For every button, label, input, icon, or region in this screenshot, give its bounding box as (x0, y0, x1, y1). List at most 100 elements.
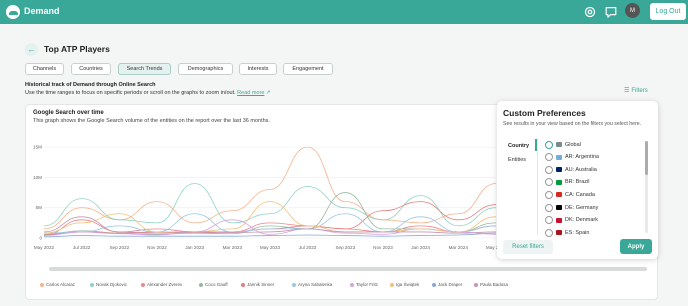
tab-countries[interactable]: Countries (71, 63, 111, 75)
back-button[interactable]: ← (25, 43, 38, 56)
country-option[interactable]: AR: Argentina (545, 153, 599, 162)
radio-button[interactable] (545, 153, 553, 162)
x-tick-label: Jul 2022 (73, 245, 91, 250)
x-tick-label: Mar 2023 (223, 245, 243, 250)
y-tick-label: 10M (33, 175, 42, 180)
country-option[interactable]: ES: Spain (545, 228, 589, 237)
country-option-label: ES: Spain (565, 229, 590, 236)
page-title: Top ATP Players (44, 44, 110, 54)
external-link-icon: ↗ (265, 90, 271, 96)
legend-label: Novak Djokovic (96, 282, 128, 287)
legend-swatch (141, 282, 145, 287)
preferences-divider (537, 139, 538, 235)
tab-demographics[interactable]: Demographics (178, 63, 233, 75)
x-tick-label: Nov 2022 (147, 245, 167, 250)
legend-label: Alexander Zverev (147, 282, 183, 287)
legend-item[interactable]: Coco Gauff (199, 282, 228, 287)
legend-item[interactable]: Novak Djokovic (90, 282, 127, 287)
preferences-scrollbar-thumb[interactable] (645, 141, 648, 175)
legend-item[interactable]: Jack Draper (432, 282, 462, 287)
y-tick-label: 0 (39, 236, 42, 241)
radio-button[interactable] (545, 228, 553, 237)
radio-button[interactable] (545, 216, 553, 225)
legend-item[interactable]: Paula Badosa (474, 282, 508, 287)
legend-label: Paula Badosa (480, 282, 509, 287)
chat-icon[interactable] (604, 5, 618, 19)
legend-label: Jannik Sinner (247, 282, 275, 287)
legend-swatch (241, 282, 245, 287)
legend-label: Iga Świątek (396, 282, 420, 287)
preferences-title: Custom Preferences (503, 108, 586, 118)
section-description: Use the time ranges to focus on specific… (25, 90, 271, 96)
x-tick-label: Jan 2023 (185, 245, 204, 250)
country-option[interactable]: DE: Germany (545, 203, 598, 212)
tab-search-trends[interactable]: Search Trends (118, 63, 171, 75)
x-tick-label: Sep 2022 (109, 245, 129, 250)
flag-icon (556, 142, 562, 147)
radio-button[interactable] (545, 178, 553, 187)
legend-swatch (40, 282, 44, 287)
preferences-scrollbar[interactable] (645, 141, 648, 233)
series-line[interactable] (43, 146, 497, 230)
flag-icon (556, 230, 562, 236)
country-option[interactable]: CA: Canada (545, 190, 595, 199)
preferences-tab-entities[interactable]: Entities (508, 157, 526, 163)
legend-swatch (90, 282, 94, 287)
radio-button[interactable] (545, 165, 553, 174)
app-logo[interactable] (6, 5, 20, 19)
reset-filters-button[interactable]: Reset filters (503, 240, 553, 254)
chart-horizontal-scrollbar[interactable] (49, 267, 647, 271)
x-tick-label: Mar 2024 (449, 245, 469, 250)
flag-icon (556, 217, 562, 223)
radio-button[interactable] (545, 140, 553, 149)
chart-legend: Carlos Alcaraz Novak Djokovic Alexander Zv… (40, 282, 640, 290)
y-tick-label: 5M (36, 205, 43, 210)
logout-button[interactable]: Log Out (650, 3, 686, 20)
legend-label: Taylor Fritz (356, 282, 379, 287)
legend-swatch (432, 282, 436, 287)
legend-label: Aryna Sabalenka (298, 282, 333, 287)
legend-swatch (390, 282, 394, 287)
legend-swatch (474, 282, 478, 287)
user-avatar[interactable]: M (625, 3, 640, 18)
flag-icon (556, 192, 562, 198)
country-option[interactable]: DK: Denmark (545, 216, 598, 225)
apply-button[interactable]: Apply (620, 239, 652, 254)
legend-item[interactable]: Aryna Sabalenka (292, 282, 332, 287)
legend-item[interactable]: Jannik Sinner (241, 282, 274, 287)
country-option-label: BR: Brazil (565, 179, 590, 186)
radio-button[interactable] (545, 190, 553, 199)
radio-button[interactable] (545, 203, 553, 212)
filter-icon: ☰ (624, 88, 630, 94)
preferences-tab-country[interactable]: Country (508, 143, 529, 149)
country-option[interactable]: Global (545, 140, 581, 149)
x-tick-label: Jul 2023 (299, 245, 317, 250)
tab-interests[interactable]: Interests (239, 63, 277, 75)
country-option-label: AR: Argentina (565, 154, 599, 161)
filters-label: Filters (631, 87, 648, 94)
series-line[interactable] (43, 213, 497, 234)
legend-swatch (350, 282, 354, 287)
country-option[interactable]: AU: Australia (545, 165, 597, 174)
tab-engagement[interactable]: Engagement (283, 63, 333, 75)
section-description-text: Use the time ranges to focus on specific… (25, 90, 236, 96)
legend-item[interactable]: Carlos Alcaraz (40, 282, 75, 287)
x-tick-label: May 2023 (260, 245, 281, 250)
legend-item[interactable]: Alexander Zverev (141, 282, 182, 287)
legend-item[interactable]: Taylor Fritz (350, 282, 378, 287)
settings-icon[interactable] (583, 5, 597, 19)
country-option-label: DK: Denmark (565, 217, 599, 224)
read-more-link[interactable]: Read more (237, 90, 264, 96)
country-option-label: Global (565, 141, 581, 148)
x-tick-label: May 2022 (34, 245, 55, 250)
filters-button[interactable]: ☰ Filters (624, 87, 648, 95)
tab-channels[interactable]: Channels (25, 63, 64, 75)
legend-item[interactable]: Iga Świątek (390, 282, 419, 287)
legend-label: Jack Draper (438, 282, 463, 287)
legend-label: Carlos Alcaraz (46, 282, 76, 287)
app-title: Demand (24, 6, 60, 16)
legend-swatch (199, 282, 203, 287)
country-option[interactable]: BR: Brazil (545, 178, 589, 187)
preferences-description: See results in your view based on the fi… (503, 121, 642, 127)
country-option-label: AU: Australia (565, 166, 597, 173)
